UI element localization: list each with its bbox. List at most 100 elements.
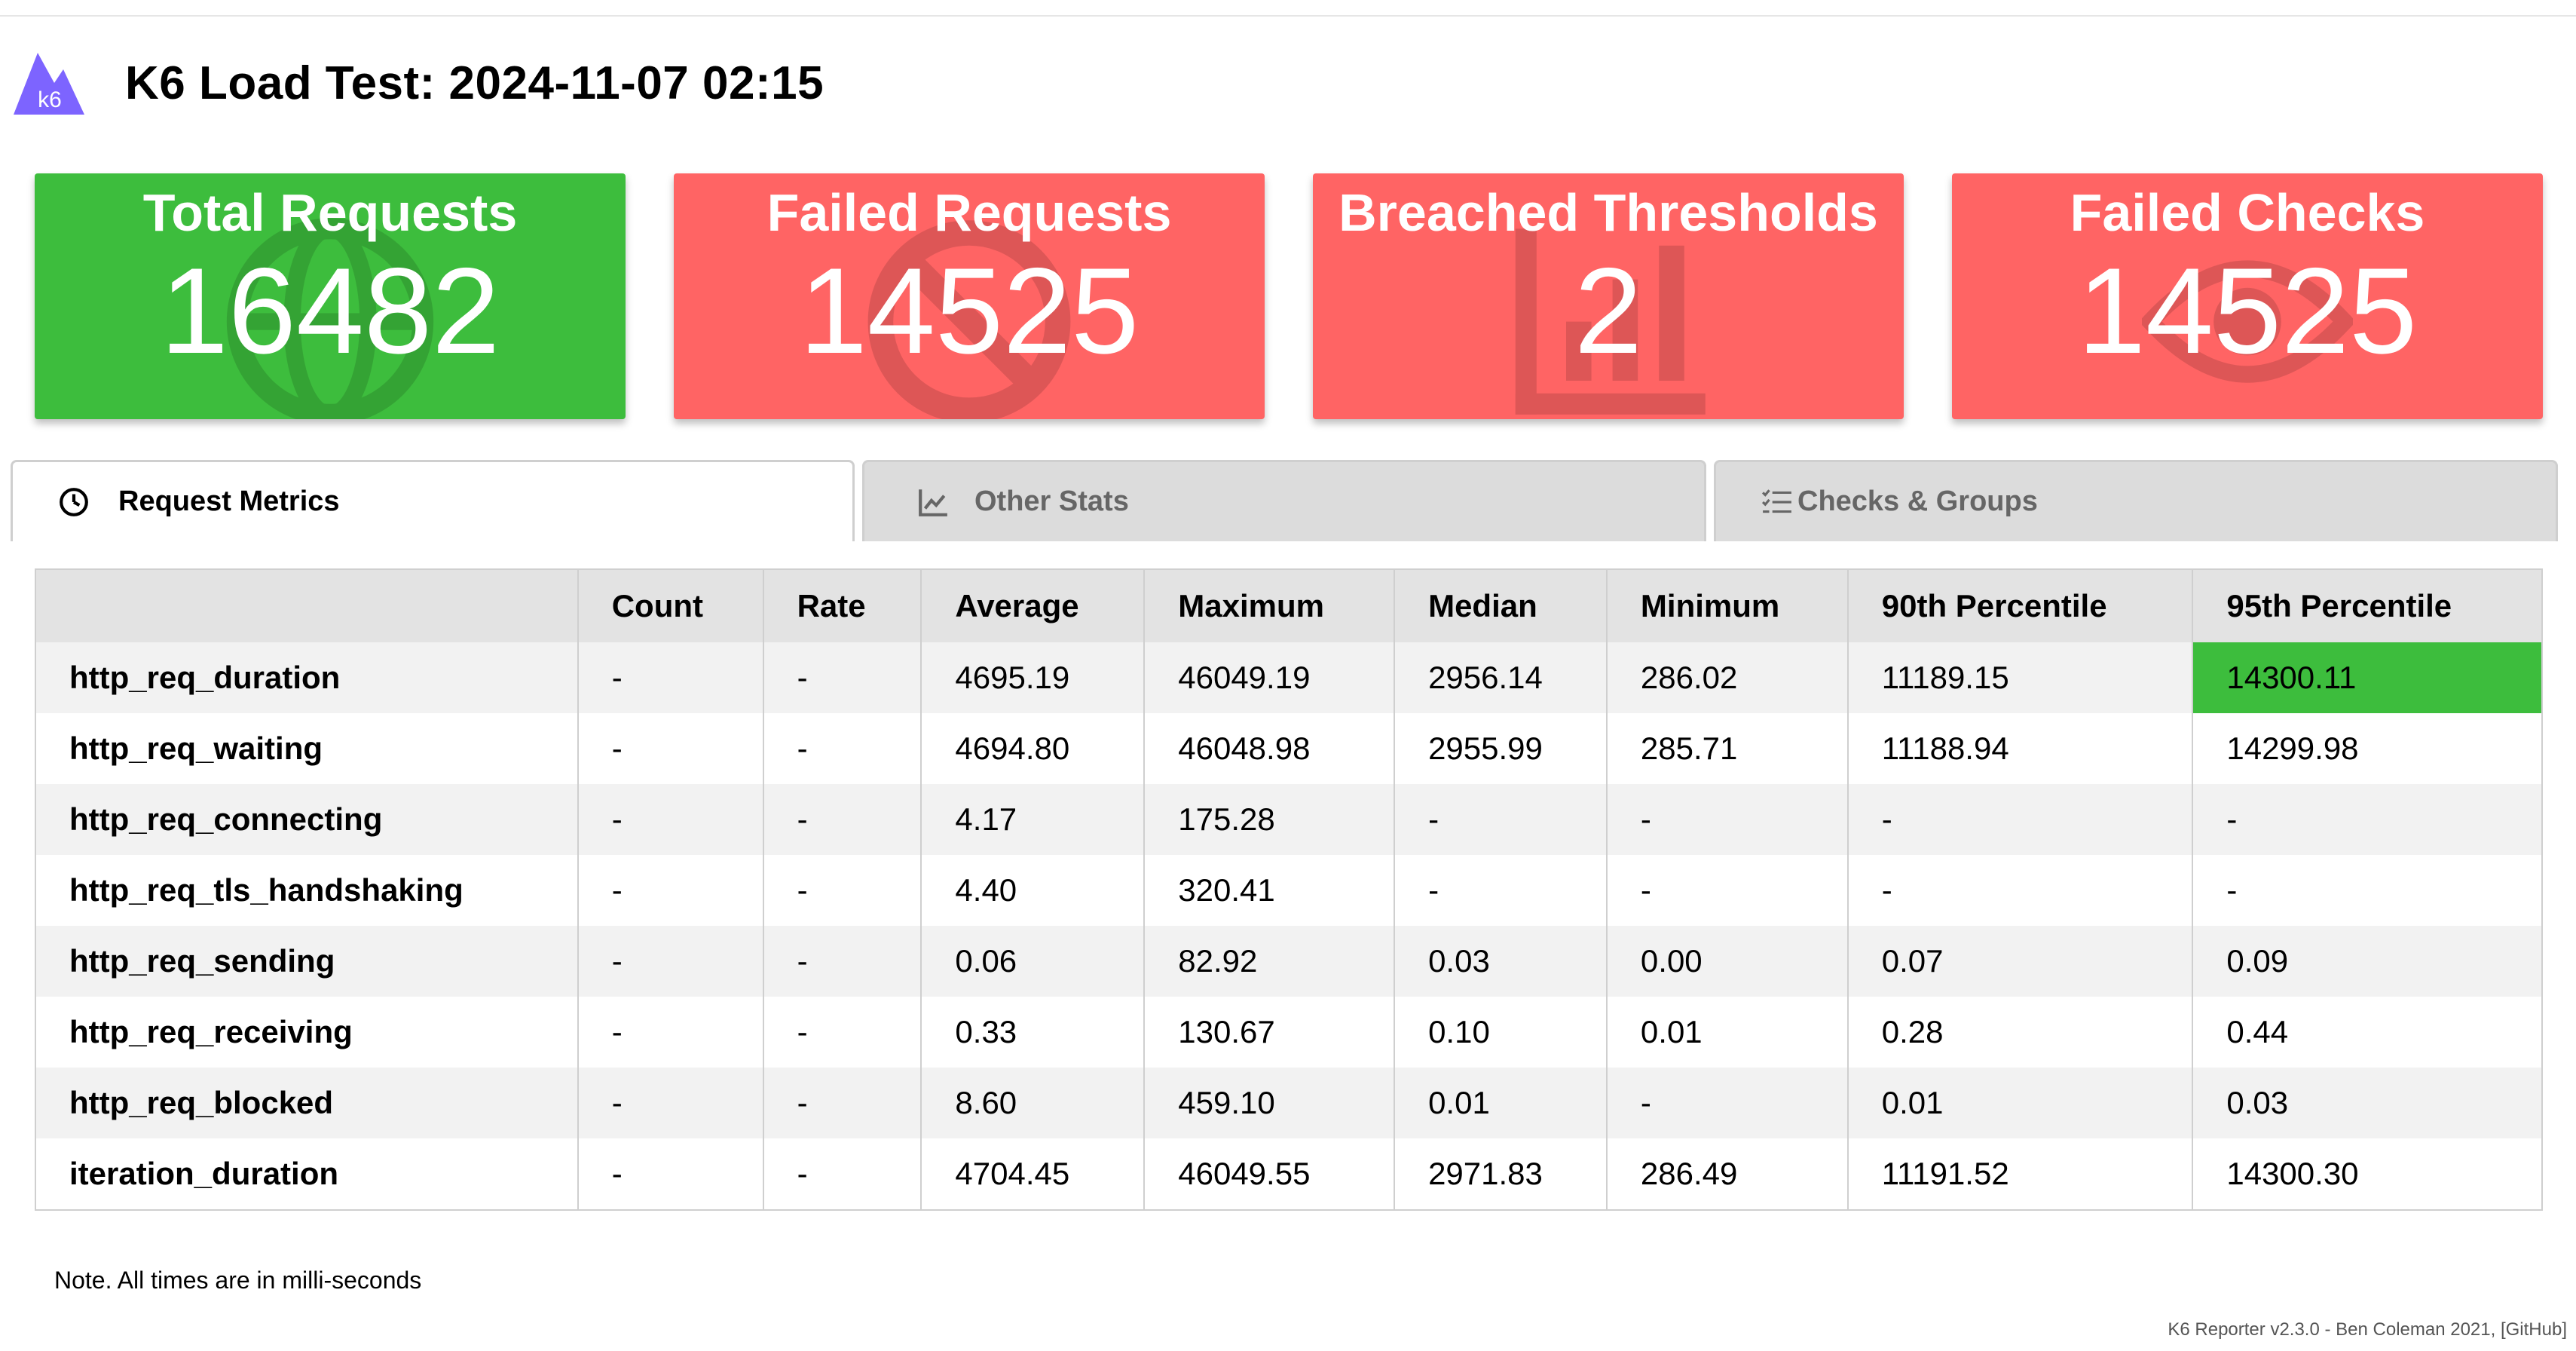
table-cell: 286.49 (1605, 1138, 1849, 1210)
breached-thresholds-card: Breached Thresholds 2 (1313, 173, 1904, 419)
table-cell: 320.41 (1143, 855, 1396, 926)
tab-label: Request Metrics (118, 486, 340, 517)
threshold-pass-cell: 14300.11 (2192, 642, 2543, 713)
table-cell: 0.03 (2192, 1068, 2543, 1138)
table-cell: 286.02 (1605, 642, 1849, 713)
table-cell: - (762, 713, 922, 784)
card-label: Breached Thresholds (1338, 183, 1878, 242)
column-header: 95th Percentile (2192, 569, 2543, 642)
table-cell: - (2192, 855, 2543, 926)
card-label: Failed Checks (2070, 183, 2425, 242)
table-cell: - (577, 1068, 764, 1138)
table-cell: 0.28 (1846, 997, 2194, 1068)
table-cell: 0.10 (1394, 997, 1608, 1068)
table-cell: 130.67 (1143, 997, 1396, 1068)
clock-icon (60, 487, 88, 516)
table-row: http_req_tls_handshaking - - 4.40 320.41… (35, 855, 2543, 926)
table-cell: 14299.98 (2192, 713, 2543, 784)
column-header: Median (1394, 569, 1608, 642)
table-cell: - (1394, 855, 1608, 926)
table-cell: 0.44 (2192, 997, 2543, 1068)
table-cell: - (762, 1138, 922, 1210)
table-cell: 459.10 (1143, 1068, 1396, 1138)
table-cell: 4.40 (920, 855, 1146, 926)
table-cell: - (1605, 855, 1849, 926)
table-cell: 46049.19 (1143, 642, 1396, 713)
table-cell: - (577, 926, 764, 997)
summary-cards: Total Requests 16482 Failed Requests 145… (35, 173, 2543, 419)
units-note: Note. All times are in milli-seconds (54, 1267, 422, 1294)
metric-name: http_req_receiving (35, 997, 579, 1068)
card-value: 14525 (799, 243, 1140, 379)
table-cell: - (1846, 855, 2194, 926)
failed-checks-card: Failed Checks 14525 (1952, 173, 2543, 419)
line-chart-icon (919, 489, 947, 516)
tab-label: Other Stats (974, 486, 1129, 517)
table-cell: 4704.45 (920, 1138, 1146, 1210)
table-cell: - (762, 855, 922, 926)
table-cell: 8.60 (920, 1068, 1146, 1138)
metric-name: iteration_duration (35, 1138, 579, 1210)
failed-requests-card: Failed Requests 14525 (674, 173, 1265, 419)
metric-name: http_req_tls_handshaking (35, 855, 579, 926)
table-row: http_req_receiving - - 0.33 130.67 0.10 … (35, 997, 2543, 1068)
table-cell: 175.28 (1143, 784, 1396, 855)
column-header: Average (920, 569, 1146, 642)
page-header: k6 K6 Load Test: 2024-11-07 02:15 (11, 45, 824, 121)
table-cell: 82.92 (1143, 926, 1396, 997)
footer-credit[interactable]: K6 Reporter v2.3.0 - Ben Coleman 2021, [… (2168, 1319, 2567, 1340)
card-value: 16482 (160, 243, 500, 379)
tab-request-metrics[interactable]: Request Metrics (11, 460, 855, 541)
page-title: K6 Load Test: 2024-11-07 02:15 (125, 57, 825, 109)
metric-name: http_req_blocked (35, 1068, 579, 1138)
table-cell: - (2192, 784, 2543, 855)
metric-name: http_req_duration (35, 642, 579, 713)
table-cell: 4.17 (920, 784, 1146, 855)
table-cell: 0.01 (1846, 1068, 2194, 1138)
table-cell: - (1605, 784, 1849, 855)
table-cell: 4695.19 (920, 642, 1146, 713)
table-cell: 11191.52 (1846, 1138, 2194, 1210)
tab-other-stats[interactable]: Other Stats (862, 460, 1706, 541)
table-cell: - (762, 1068, 922, 1138)
request-metrics-table: Count Rate Average Maximum Median Minimu… (35, 568, 2543, 1211)
tab-checks-groups[interactable]: Checks & Groups (1714, 460, 2558, 541)
k6-logo-icon: k6 (14, 53, 84, 115)
svg-text:k6: k6 (38, 87, 62, 112)
column-header: Count (577, 569, 764, 642)
column-header: 90th Percentile (1846, 569, 2194, 642)
card-label: Total Requests (142, 183, 518, 242)
tasks-icon (1761, 489, 1791, 513)
card-value: 2 (1574, 243, 1643, 379)
table-cell: 0.00 (1605, 926, 1849, 997)
metric-name: http_req_waiting (35, 713, 579, 784)
card-value: 14525 (2077, 243, 2418, 379)
table-cell: 11189.15 (1846, 642, 2194, 713)
top-divider (0, 15, 2576, 17)
table-cell: 0.09 (2192, 926, 2543, 997)
table-cell: - (577, 713, 764, 784)
table-cell: - (577, 1138, 764, 1210)
column-header: Rate (762, 569, 922, 642)
table-cell: - (577, 997, 764, 1068)
table-cell: 11188.94 (1846, 713, 2194, 784)
table-cell: 285.71 (1605, 713, 1849, 784)
table-row: http_req_sending - - 0.06 82.92 0.03 0.0… (35, 926, 2543, 997)
table-row: http_req_waiting - - 4694.80 46048.98 29… (35, 713, 2543, 784)
table-cell: - (577, 784, 764, 855)
total-requests-card: Total Requests 16482 (35, 173, 626, 419)
table-cell: - (1846, 784, 2194, 855)
column-header: Minimum (1605, 569, 1849, 642)
table-cell: - (762, 997, 922, 1068)
table-row: http_req_duration - - 4695.19 46049.19 2… (35, 642, 2543, 713)
table-cell: 0.01 (1605, 997, 1849, 1068)
column-header: Maximum (1143, 569, 1396, 642)
table-cell: - (1394, 784, 1608, 855)
table-cell: 0.01 (1394, 1068, 1608, 1138)
table-cell: 46048.98 (1143, 713, 1396, 784)
table-cell: - (762, 642, 922, 713)
table-cell: 0.03 (1394, 926, 1608, 997)
table-row: iteration_duration - - 4704.45 46049.55 … (35, 1138, 2543, 1210)
table-cell: 2956.14 (1394, 642, 1608, 713)
table-cell: 14300.30 (2192, 1138, 2543, 1210)
